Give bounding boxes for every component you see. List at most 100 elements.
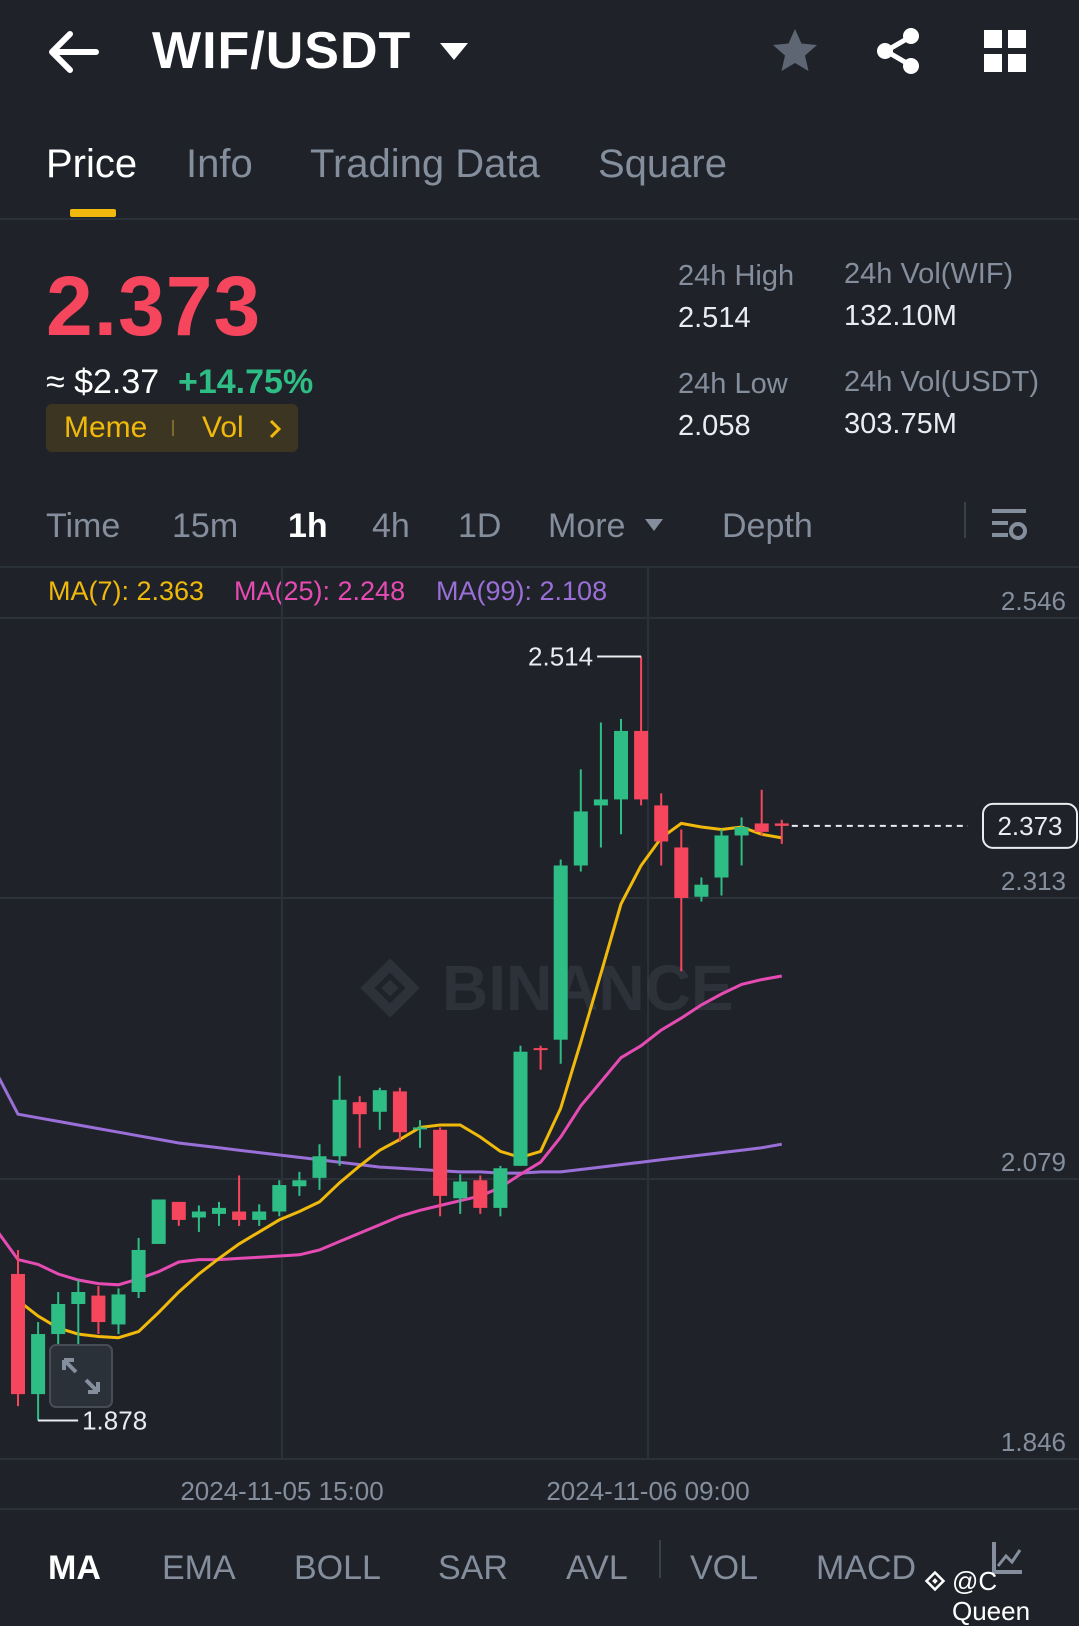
interval-more[interactable]: More <box>548 504 625 548</box>
candle <box>774 819 789 844</box>
chevron-right-icon[interactable] <box>268 418 282 440</box>
binance-watermark: BINANCE <box>360 952 734 1024</box>
moving-averages <box>0 821 783 1340</box>
candle <box>191 1205 206 1232</box>
interval-15m[interactable]: 15m <box>172 504 238 548</box>
tab-info[interactable]: Info <box>186 138 253 190</box>
candle <box>272 1180 287 1217</box>
candle <box>654 793 669 866</box>
back-arrow-icon[interactable] <box>48 30 100 74</box>
indicator-sar[interactable]: SAR <box>438 1546 508 1590</box>
stat-low-value: 2.058 <box>678 410 751 442</box>
candle <box>734 817 749 866</box>
interval-1h[interactable]: 1h <box>288 504 328 548</box>
candle <box>714 829 729 896</box>
candle <box>332 1075 347 1166</box>
tab-square[interactable]: Square <box>598 138 727 190</box>
candle <box>131 1237 146 1299</box>
grid-menu-icon[interactable] <box>982 28 1028 74</box>
indicator-boll[interactable]: BOLL <box>294 1546 381 1590</box>
dropdown-caret-icon[interactable] <box>438 40 470 62</box>
tabs-divider <box>0 218 1079 220</box>
stat-high-label: 24h High <box>678 260 795 292</box>
current-price-badge[interactable]: 2.373 <box>982 802 1078 849</box>
indicator-separator <box>659 1540 661 1578</box>
binance-logo-icon <box>924 1570 946 1592</box>
candle <box>553 859 568 1064</box>
candle <box>513 1045 528 1166</box>
active-tab-indicator <box>70 209 116 217</box>
candle <box>493 1165 508 1217</box>
candlestick-chart[interactable]: BINANCE 2.546 2.313 2.079 1.846 2024-11-05 1… <box>0 566 1079 1506</box>
candle <box>413 1120 427 1148</box>
more-caret-icon[interactable] <box>644 518 664 532</box>
candle <box>31 1322 46 1421</box>
price-axis-label: 2.546 <box>1001 586 1066 616</box>
high-price-marker: 2.514 <box>528 641 593 671</box>
candle <box>674 829 689 972</box>
candle <box>634 656 649 806</box>
svg-text:2.373: 2.373 <box>997 811 1062 841</box>
candle <box>91 1285 106 1335</box>
tag-meme[interactable]: Meme <box>64 410 147 446</box>
candle <box>252 1204 267 1226</box>
candle <box>352 1096 367 1148</box>
indicator-avl[interactable]: AVL <box>566 1546 628 1590</box>
indicator-ema[interactable]: EMA <box>162 1546 236 1590</box>
candle <box>573 769 588 872</box>
header-bar: WIF/USDT <box>0 0 1079 110</box>
indicator-ma[interactable]: MA <box>48 1546 101 1590</box>
usd-price: ≈ $2.37 <box>46 363 160 401</box>
price-axis-label: 2.079 <box>1001 1147 1066 1177</box>
price-axis-label: 1.846 <box>1001 1427 1066 1457</box>
candle <box>453 1174 468 1214</box>
interval-time[interactable]: Time <box>46 504 120 548</box>
candle <box>392 1087 407 1142</box>
chart-axes: 2.546 2.313 2.079 1.846 2024-11-05 15:00 2024… <box>180 586 1066 1506</box>
interval-1d[interactable]: 1D <box>458 504 501 548</box>
candle <box>593 722 608 848</box>
candle <box>614 718 628 835</box>
indicator-vol[interactable]: VOL <box>690 1546 758 1590</box>
candles <box>11 656 789 1421</box>
time-axis-label: 2024-11-06 09:00 <box>546 1476 749 1506</box>
tab-price[interactable]: Price <box>46 138 137 190</box>
tag-vol[interactable]: Vol <box>202 410 244 446</box>
interval-depth[interactable]: Depth <box>722 504 813 548</box>
candle <box>11 1249 25 1407</box>
candle <box>171 1201 186 1226</box>
ma99-line <box>0 1076 783 1175</box>
last-price: 2.373 <box>46 259 262 353</box>
change-percent: +14.75% <box>178 363 314 401</box>
candle <box>372 1087 387 1130</box>
tab-trading-data[interactable]: Trading Data <box>310 138 540 190</box>
pair-title[interactable]: WIF/USDT <box>152 18 411 84</box>
stat-low-label: 24h Low <box>678 368 788 400</box>
stat-vol-base-value: 132.10M <box>844 300 957 332</box>
chart-settings-icon[interactable] <box>990 506 1028 542</box>
candle <box>473 1175 488 1214</box>
indicator-macd[interactable]: MACD <box>816 1546 916 1590</box>
tag-separator <box>172 420 174 436</box>
candle <box>212 1201 226 1226</box>
interval-4h[interactable]: 4h <box>372 504 410 548</box>
candle <box>232 1175 247 1226</box>
candle <box>533 1045 548 1070</box>
candle <box>292 1171 307 1196</box>
candle <box>312 1144 327 1190</box>
stat-vol-quote-label: 24h Vol(USDT) <box>844 366 1040 398</box>
watermark-username: @C Queen <box>952 1566 1031 1626</box>
candle <box>111 1288 126 1335</box>
share-icon[interactable] <box>874 26 922 76</box>
star-icon[interactable] <box>770 26 820 76</box>
candle <box>754 789 769 836</box>
stat-high-value: 2.514 <box>678 302 751 334</box>
time-axis-label: 2024-11-05 15:00 <box>180 1476 383 1506</box>
stat-vol-quote-value: 303.75M <box>844 408 957 440</box>
low-price-marker: 1.878 <box>82 1406 147 1436</box>
chart-bottom-divider <box>0 1508 1079 1510</box>
price-axis-label: 2.313 <box>1001 866 1066 896</box>
stat-vol-base-label: 24h Vol(WIF) <box>844 258 1014 290</box>
expand-icon[interactable] <box>49 1344 113 1408</box>
candle <box>151 1199 166 1244</box>
